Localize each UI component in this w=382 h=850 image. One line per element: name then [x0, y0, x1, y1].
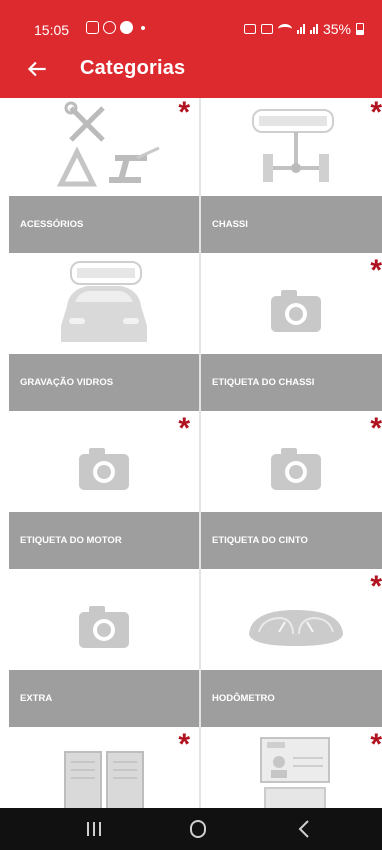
home-icon[interactable]: [178, 816, 218, 842]
battery-icon: [356, 23, 364, 35]
category-thumbnail: [201, 572, 382, 670]
camera-icon: [79, 448, 129, 490]
wifi-icon: [277, 24, 292, 34]
status-time: 15:05: [34, 22, 70, 38]
category-tile-licenca[interactable]: *: [201, 730, 382, 808]
system-navigation-bar: [0, 808, 382, 850]
status-bar: 15:05 35%: [0, 0, 382, 42]
play-notification-icon: [120, 21, 133, 34]
back-arrow-icon[interactable]: [24, 56, 50, 82]
instagram-notification-icon: [103, 21, 116, 34]
category-label: ETIQUETA DO MOTOR: [9, 512, 199, 569]
category-label: ACESSÓRIOS: [9, 196, 199, 253]
app-bar: Categorias: [0, 42, 382, 98]
category-thumbnail: [201, 730, 382, 808]
category-tile-etiqueta-motor[interactable]: * ETIQUETA DO MOTOR: [9, 414, 199, 572]
required-asterisk-icon: *: [178, 412, 190, 445]
category-thumbnail: [201, 256, 382, 354]
required-asterisk-icon: *: [370, 98, 382, 129]
required-asterisk-icon: *: [370, 728, 382, 761]
category-thumbnail: [9, 256, 199, 354]
category-thumbnail: [9, 572, 199, 670]
category-tile-chassi[interactable]: * CHASSI: [201, 98, 382, 256]
notification-icons: [86, 21, 145, 34]
category-label: CHASSI: [201, 196, 382, 253]
mute-icon: [260, 24, 273, 34]
category-thumbnail: [9, 98, 199, 196]
camera-icon: [79, 606, 129, 648]
chassis-icon: [252, 109, 334, 182]
required-asterisk-icon: *: [370, 412, 382, 445]
required-asterisk-icon: *: [370, 570, 382, 603]
category-label: ETIQUETA DO CHASSI: [201, 354, 382, 411]
required-asterisk-icon: *: [178, 98, 190, 129]
category-thumbnail: [9, 414, 199, 512]
gallery-notification-icon: [86, 21, 99, 34]
category-label: EXTRA: [9, 670, 199, 727]
page-title: Categorias: [80, 57, 186, 79]
category-tile-etiqueta-chassi[interactable]: * ETIQUETA DO CHASSI: [201, 256, 382, 414]
category-label: GRAVAÇÃO VIDROS: [9, 354, 199, 411]
category-tile-acessorios[interactable]: * ACESSÓRIOS: [9, 98, 199, 256]
category-tile-hodometro[interactable]: * HODÔMETRO: [201, 572, 382, 730]
category-tile-etiqueta-cinto[interactable]: * ETIQUETA DO CINTO: [201, 414, 382, 572]
document-icon: [64, 751, 144, 808]
system-status: 35%: [243, 21, 364, 37]
camera-icon: [271, 448, 321, 490]
required-asterisk-icon: *: [178, 728, 190, 761]
nav-back-icon[interactable]: [284, 816, 324, 842]
category-thumbnail: [201, 98, 382, 196]
category-thumbnail: [201, 414, 382, 512]
accessories-icon: [56, 101, 160, 187]
category-thumbnail: [9, 730, 199, 808]
car-windows-icon: [61, 261, 147, 342]
camera-icon: [271, 290, 321, 332]
license-card-icon: [260, 737, 330, 808]
signal-icon: [296, 24, 305, 34]
category-label: HODÔMETRO: [201, 670, 382, 727]
battery-percent: 35%: [322, 21, 351, 37]
category-tile-documento[interactable]: *: [9, 730, 199, 808]
category-tile-extra[interactable]: EXTRA: [9, 572, 199, 730]
required-asterisk-icon: *: [370, 254, 382, 287]
more-notifications-icon: [141, 25, 145, 30]
recent-apps-icon[interactable]: [74, 816, 114, 842]
alarm-icon: [243, 24, 256, 34]
category-tile-gravacao-vidros[interactable]: GRAVAÇÃO VIDROS: [9, 256, 199, 414]
category-label: ETIQUETA DO CINTO: [201, 512, 382, 569]
odometer-icon: [249, 610, 343, 646]
signal-2-icon: [309, 24, 318, 34]
category-grid[interactable]: * ACESSÓRIOS * CHASSI GRAVAÇÃO VIDROS * …: [9, 98, 382, 808]
